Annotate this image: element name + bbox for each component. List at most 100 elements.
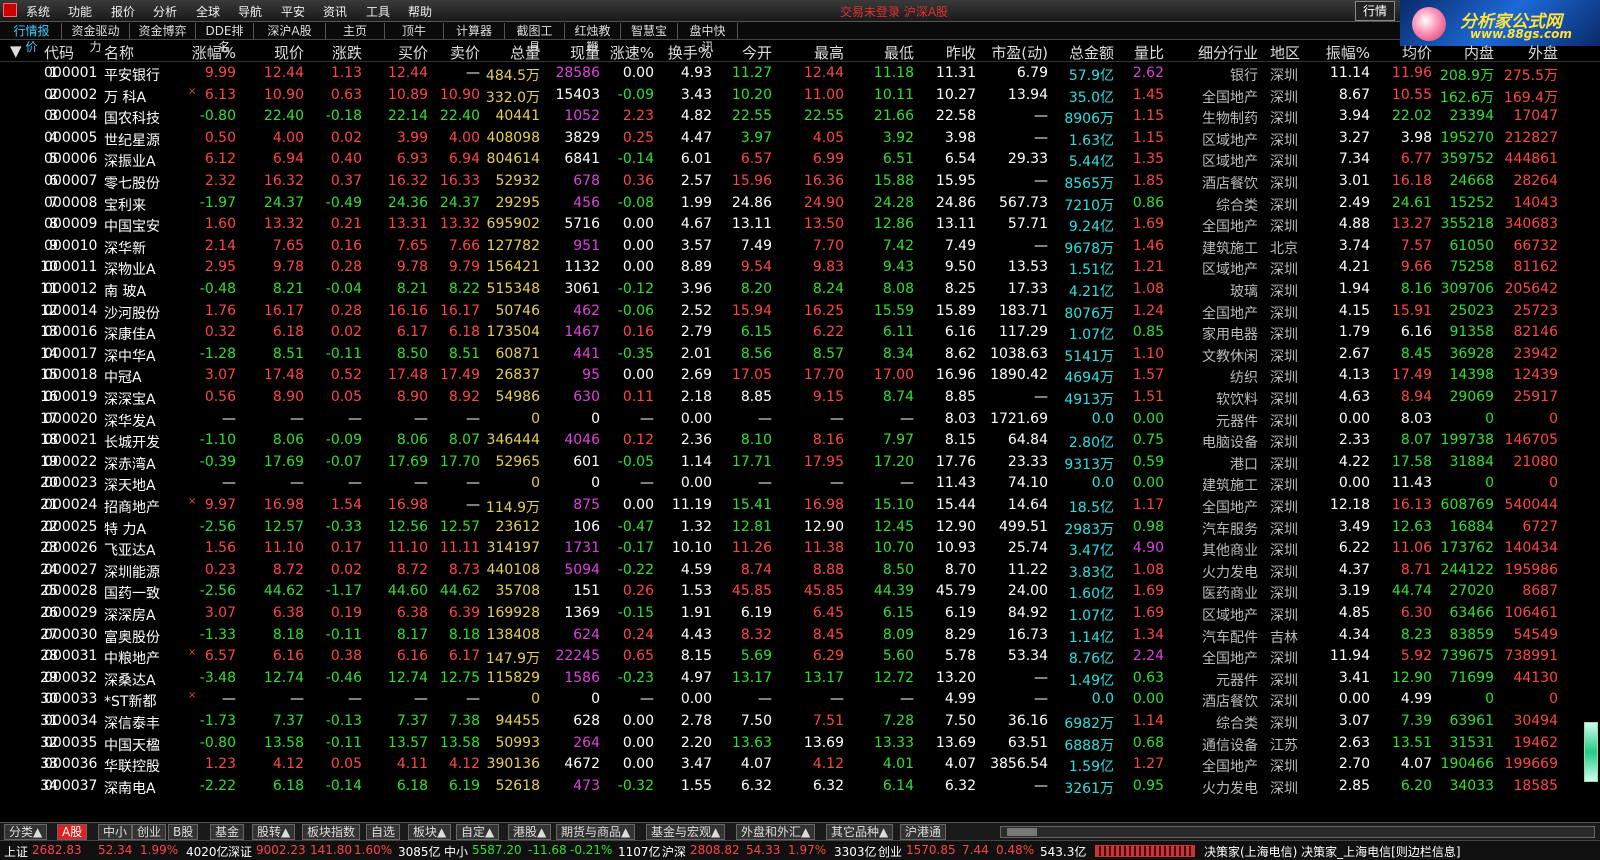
market-tab-11[interactable]: 港股▲ [508, 824, 552, 840]
column-header-5[interactable]: 买价 [364, 42, 428, 63]
menu-system[interactable]: 系统 [26, 3, 50, 20]
table-row[interactable]: 33 000036 华联控股 1.23 4.12 0.05 4.11 4.12 390136 46… [0, 753, 1600, 775]
market-tab-7[interactable]: 板块指数 [302, 824, 361, 840]
table-row[interactable]: 5 000006 深振业A 6.12 6.94 0.40 6.93 6.94 804614 684… [0, 148, 1600, 170]
table-row[interactable]: 23 000026 飞亚达A 1.56 11.10 0.17 11.10 11.11 31419… [0, 537, 1600, 559]
table-row[interactable]: 31 000034 深信泰丰 -1.73 7.37 -0.13 7.37 7.38 94455 6… [0, 710, 1600, 732]
column-header-19[interactable]: 地区 [1270, 42, 1310, 63]
column-header-7[interactable]: 总量 [482, 42, 540, 63]
market-tab-10[interactable]: 自定▲ [456, 824, 500, 840]
market-tab-9[interactable]: 板块▲ [408, 824, 452, 840]
toolbar-item-3[interactable]: DDE排名 [196, 23, 254, 54]
market-tab-13[interactable]: 基金与宏观▲ [646, 824, 726, 840]
menu-pingan[interactable]: 平安 [281, 3, 305, 20]
column-header-10[interactable]: 换手% [658, 42, 712, 63]
toolbar-item-11[interactable]: 盘中快讯 [678, 23, 738, 54]
toolbar-item-6[interactable]: 顶牛 [385, 23, 444, 39]
table-row[interactable]: 34 000037 深南电A -2.22 6.18 -0.14 6.18 6.19 52618 4… [0, 775, 1600, 797]
sort-menu-icon[interactable]: ▼ [10, 42, 22, 60]
table-row[interactable]: 13 000016 深康佳A 0.32 6.18 0.02 6.17 6.18 173504 14… [0, 321, 1600, 343]
market-tab-16[interactable]: 沪港通 [900, 824, 947, 840]
table-row[interactable]: 12 000014 沙河股份 1.76 16.17 0.28 16.16 16.17 50746… [0, 300, 1600, 322]
quote-button[interactable]: 行情 [1355, 1, 1395, 21]
column-header-21[interactable]: 均价 [1372, 42, 1432, 63]
column-header-15[interactable]: 市盈(动) [976, 42, 1048, 63]
column-header-18[interactable]: 细分行业 [1166, 42, 1258, 63]
table-row[interactable]: 3 000004 国农科技 -0.80 22.40 -0.18 22.14 22.40 4044… [0, 105, 1600, 127]
column-header-4[interactable]: 涨跌 [306, 42, 362, 63]
table-row[interactable]: 20 000023 深天地A — — — — —0 0—0.00— — —11.43 74.10 0.0… [0, 472, 1600, 494]
market-tab-15[interactable]: 其它品种▲ [826, 824, 894, 840]
table-row[interactable]: 10 000011 深物业A 2.95 9.78 0.28 9.78 9.79 156421 11… [0, 256, 1600, 278]
toolbar-item-7[interactable]: 计算器 [444, 23, 505, 39]
table-row[interactable]: 30 000033 *ST新都 × — — — — —0 0—0.00— — —4.99—0.0 0.0… [0, 688, 1600, 710]
market-tab-6[interactable]: 股转▲ [252, 824, 296, 840]
table-row[interactable]: 8 000009 中国宝安 1.60 13.32 0.21 13.31 13.32 695902… [0, 213, 1600, 235]
toolbar-item-5[interactable]: 主页 [326, 23, 385, 39]
table-row[interactable]: 15 000018 中冠A 3.07 17.48 0.52 17.48 17.49 26837 9… [0, 364, 1600, 386]
column-header-12[interactable]: 最高 [774, 42, 844, 63]
toolbar-item-4[interactable]: 深沪A股 [254, 23, 326, 39]
column-header-0[interactable]: 代码 [44, 42, 104, 63]
table-row[interactable]: 4 000005 世纪星源 0.50 4.00 0.02 3.99 4.00 408098 382… [0, 127, 1600, 149]
market-tab-8[interactable]: 自选 [366, 824, 401, 840]
menu-quote[interactable]: 报价 [111, 3, 135, 20]
scroll-thumb[interactable] [1007, 828, 1037, 836]
column-header-9[interactable]: 涨速% [600, 42, 654, 63]
menu-help[interactable]: 帮助 [408, 3, 432, 20]
menu-function[interactable]: 功能 [68, 3, 92, 20]
column-header-1[interactable]: 名称 [104, 42, 134, 63]
column-header-6[interactable]: 卖价 [430, 42, 480, 63]
market-tab-4[interactable]: B股 [168, 824, 199, 840]
market-tab-2[interactable]: 中小 [98, 824, 133, 840]
column-header-8[interactable]: 现量 [542, 42, 600, 63]
table-row[interactable]: 17 000020 深华发A — — — — —0 0—0.00— — —8.03 1721.69 0.… [0, 408, 1600, 430]
table-row[interactable]: 26 000029 深深房A 3.07 6.38 0.19 6.38 6.39 169928 13… [0, 602, 1600, 624]
table-row[interactable]: 7 000008 宝利来 -1.97 24.37 -0.49 24.36 24.37 29295… [0, 192, 1600, 214]
market-tab-3[interactable]: 创业 [132, 824, 167, 840]
menu-global[interactable]: 全球 [196, 3, 220, 20]
market-tab-12[interactable]: 期货与商品▲ [556, 824, 636, 840]
table-row[interactable]: 11 000012 南 玻A -0.48 8.21 -0.04 8.21 8.22 515348… [0, 278, 1600, 300]
table-row[interactable]: 1 000001 平安银行 9.99 12.44 1.13 12.44—484.5万 2858… [0, 62, 1600, 84]
toolbar-item-9[interactable]: 红烛教鞭 [565, 23, 621, 54]
table-row[interactable]: 27 000030 富奥股份 -1.33 8.18 -0.11 8.17 8.18 138408… [0, 624, 1600, 646]
table-row[interactable]: 21 000024 招商地产 × 9.97 16.98 1.54 16.98—114.9万 87… [0, 494, 1600, 516]
column-header-13[interactable]: 最低 [846, 42, 914, 63]
table-row[interactable]: 16 000019 深深宝A 0.56 8.90 0.05 8.90 8.92 54986 630… [0, 386, 1600, 408]
market-tab-5[interactable]: 基金 [210, 824, 245, 840]
table-row[interactable]: 6 000007 零七股份 2.32 16.32 0.37 16.32 16.33 52932 6… [0, 170, 1600, 192]
market-tab-14[interactable]: 外盘和外汇▲ [736, 824, 816, 840]
menu-navigate[interactable]: 导航 [238, 3, 262, 20]
market-tab-1[interactable]: A股 [57, 824, 88, 840]
table-row[interactable]: 28 000031 中粮地产 × 6.57 6.16 0.38 6.16 6.17 147.9万 2… [0, 645, 1600, 667]
table-row[interactable]: 29 000032 深桑达A -3.48 12.74 -0.46 12.74 12.75 115… [0, 667, 1600, 689]
app-icon[interactable] [3, 3, 17, 17]
table-row[interactable]: 25 000028 国药一致 -2.56 44.62 -1.17 44.60 44.62 357… [0, 580, 1600, 602]
table-row[interactable]: 32 000035 中国天楹 -0.80 13.58 -0.11 13.57 13.58 509… [0, 732, 1600, 754]
column-header-22[interactable]: 内盘 [1434, 42, 1494, 63]
column-header-17[interactable]: 量比 [1116, 42, 1164, 63]
table-row[interactable]: 9 000010 深华新 2.14 7.65 0.16 7.65 7.66 127782 951 0… [0, 235, 1600, 257]
column-header-14[interactable]: 昨收 [916, 42, 976, 63]
vertical-scroll-handle[interactable] [1584, 722, 1598, 782]
column-header-16[interactable]: 总金额 [1050, 42, 1114, 63]
column-header-2[interactable]: 涨幅% [176, 42, 236, 63]
column-header-20[interactable]: 振幅% [1316, 42, 1370, 63]
menu-tools[interactable]: 工具 [366, 3, 390, 20]
column-header-23[interactable]: 外盘 [1496, 42, 1558, 63]
menu-analysis[interactable]: 分析 [153, 3, 177, 20]
column-header-11[interactable]: 今开 [716, 42, 772, 63]
menu-news[interactable]: 资讯 [323, 3, 347, 20]
table-row[interactable]: 19 000022 深赤湾A -0.39 17.69 -0.07 17.69 17.70 529… [0, 451, 1600, 473]
table-row[interactable]: 18 000021 长城开发 -1.10 8.06 -0.09 8.06 8.07 346444… [0, 429, 1600, 451]
horizontal-scrollbar[interactable] [1000, 826, 1595, 838]
table-row[interactable]: 14 000017 深中华A -1.28 8.51 -0.11 8.50 8.51 60871 4… [0, 343, 1600, 365]
toolbar-item-2[interactable]: 资金博弈 [130, 23, 196, 39]
toolbar-item-8[interactable]: 截图工具 [505, 23, 565, 54]
toolbar-item-0[interactable]: 行情报价 [2, 23, 62, 54]
toolbar-item-10[interactable]: 智慧宝 [621, 23, 678, 39]
table-row[interactable]: 24 000027 深圳能源 0.23 8.72 0.02 8.72 8.73 440108 50… [0, 559, 1600, 581]
table-row[interactable]: 2 000002 万 科A × 6.13 10.90 0.63 10.89 10.90 332.0… [0, 84, 1600, 106]
column-header-3[interactable]: 现价 [238, 42, 304, 63]
